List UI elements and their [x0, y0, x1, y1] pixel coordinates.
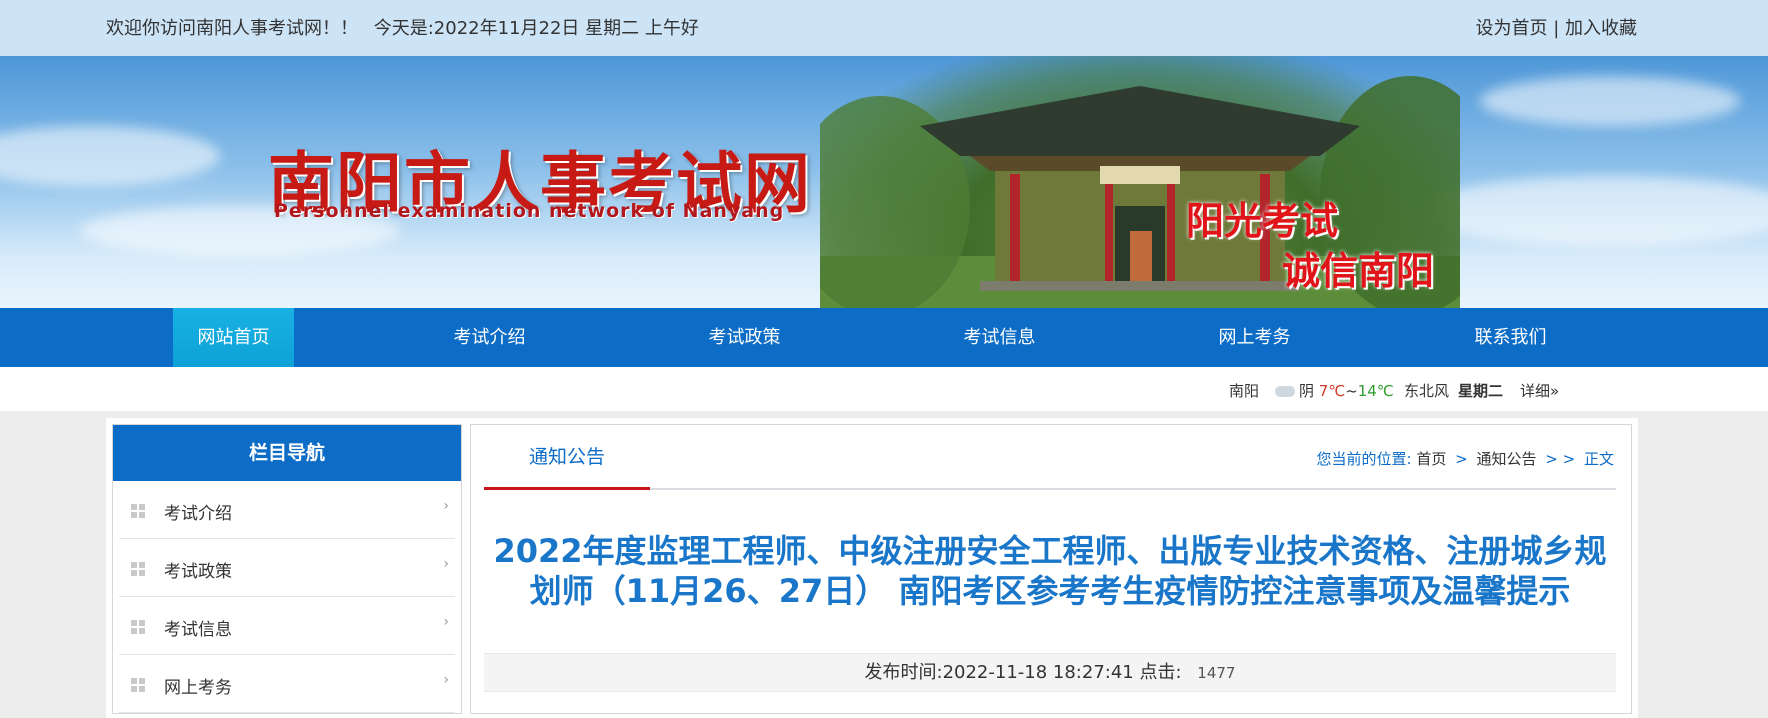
sidebar-item-label: 考试介绍	[164, 504, 232, 524]
chevron-right-icon: ›	[443, 498, 449, 514]
weather-condition-label: 阴	[1299, 382, 1315, 400]
article-meta: 发布时间:2022-11-18 18:27:41 点击: 1477	[484, 653, 1616, 692]
grid-icon	[131, 504, 145, 518]
publish-time: 发布时间:2022-11-18 18:27:41	[864, 662, 1134, 683]
weather-strip: 南阳 阴 7℃~14℃ 东北风 星期二 详细»	[0, 367, 1768, 411]
sidebar-title: 栏目导航	[113, 425, 461, 481]
clicks-label: 点击:	[1139, 662, 1182, 683]
top-links: 设为首页 | 加入收藏	[1475, 14, 1637, 40]
breadcrumb-separator: > >	[1545, 450, 1576, 468]
breadcrumb-section[interactable]: 通知公告	[1477, 450, 1537, 468]
link-divider: |	[1553, 18, 1560, 39]
welcome-text: 欢迎你访问南阳人事考试网！！	[106, 18, 358, 39]
add-favorite-link[interactable]: 加入收藏	[1565, 18, 1637, 39]
breadcrumb-prefix: 您当前的位置:	[1316, 450, 1412, 468]
nav-home[interactable]: 网站首页	[173, 308, 294, 367]
breadcrumb-home[interactable]: 首页	[1416, 450, 1446, 468]
temp-range-separator: ~	[1345, 382, 1358, 400]
sidebar-item-exam-info[interactable]: 考试信息 ›	[119, 597, 455, 655]
set-homepage-link[interactable]: 设为首页	[1475, 18, 1547, 39]
sidebar-item-exam-intro[interactable]: 考试介绍 ›	[119, 481, 455, 539]
cloud-icon	[1275, 386, 1295, 397]
cloud-decoration	[1420, 176, 1768, 246]
site-subtitle: Personnel examination network of Nanyang	[274, 200, 785, 222]
sidebar: 栏目导航 考试介绍 › 考试政策 › 考试信息 › 网上考务 ›	[112, 424, 462, 714]
sidebar-item-online-affairs[interactable]: 网上考务 ›	[119, 655, 455, 713]
top-bar: 欢迎你访问南阳人事考试网！！ 今天是:2022年11月22日 星期二 上午好 设…	[0, 0, 1768, 56]
breadcrumb-current: 正文	[1583, 450, 1614, 468]
weather-high-temp: 14℃	[1357, 382, 1394, 400]
chevron-right-icon: ›	[443, 556, 449, 572]
nav-online-affairs[interactable]: 网上考务	[1194, 308, 1315, 367]
article-title: 2022年度监理工程师、中级注册安全工程师、出版专业技术资格、注册城乡规划师（1…	[493, 532, 1607, 610]
sidebar-item-label: 考试政策	[164, 562, 232, 582]
weather-wind: 东北风	[1404, 382, 1450, 400]
slogan-line-1: 阳光考试	[1186, 198, 1339, 243]
welcome-message: 欢迎你访问南阳人事考试网！！ 今天是:2022年11月22日 星期二 上午好	[106, 14, 709, 40]
cloud-decoration	[0, 126, 220, 186]
tab-notices[interactable]: 通知公告	[484, 425, 650, 490]
chevron-right-icon: ›	[443, 614, 449, 630]
main-nav: 网站首页 考试介绍 考试政策 考试信息 网上考务 联系我们	[0, 308, 1768, 367]
chevron-right-icon: ›	[443, 672, 449, 688]
breadcrumb: 您当前的位置: 首页 > 通知公告 > > 正文	[1317, 448, 1615, 469]
grid-icon	[131, 678, 145, 692]
section-tabbar: 通知公告 您当前的位置: 首页 > 通知公告 > > 正文	[484, 425, 1616, 490]
click-count: 1477	[1197, 664, 1236, 682]
weather-weekday: 星期二	[1458, 382, 1504, 400]
site-banner: 南阳市人事考试网 Personnel examination network o…	[0, 56, 1768, 308]
cloud-decoration	[1480, 76, 1740, 126]
grid-icon	[131, 620, 145, 634]
nav-exam-policy[interactable]: 考试政策	[684, 308, 805, 367]
nav-exam-intro[interactable]: 考试介绍	[429, 308, 550, 367]
breadcrumb-separator: >	[1455, 450, 1468, 468]
nav-exam-info[interactable]: 考试信息	[939, 308, 1060, 367]
grid-icon	[131, 562, 145, 576]
nav-contact[interactable]: 联系我们	[1450, 308, 1571, 367]
weather-low-temp: 7℃	[1318, 382, 1346, 400]
slogan-line-2: 诚信南阳	[1282, 248, 1435, 293]
weather-city: 南阳	[1229, 382, 1260, 400]
date-text: 今天是:2022年11月22日 星期二 上午好	[373, 18, 699, 39]
sidebar-item-label: 网上考务	[164, 678, 232, 698]
weather-detail-link[interactable]: 详细»	[1520, 380, 1559, 401]
weather-condition: 阴 7℃~14℃	[1275, 380, 1394, 401]
content-wrapper: 栏目导航 考试介绍 › 考试政策 › 考试信息 › 网上考务 › 通知公告 您当…	[106, 418, 1638, 718]
sidebar-item-label: 考试信息	[164, 620, 232, 640]
article-panel: 通知公告 您当前的位置: 首页 > 通知公告 > > 正文 2022年度监理工程…	[470, 424, 1632, 714]
sidebar-item-exam-policy[interactable]: 考试政策 ›	[119, 539, 455, 597]
